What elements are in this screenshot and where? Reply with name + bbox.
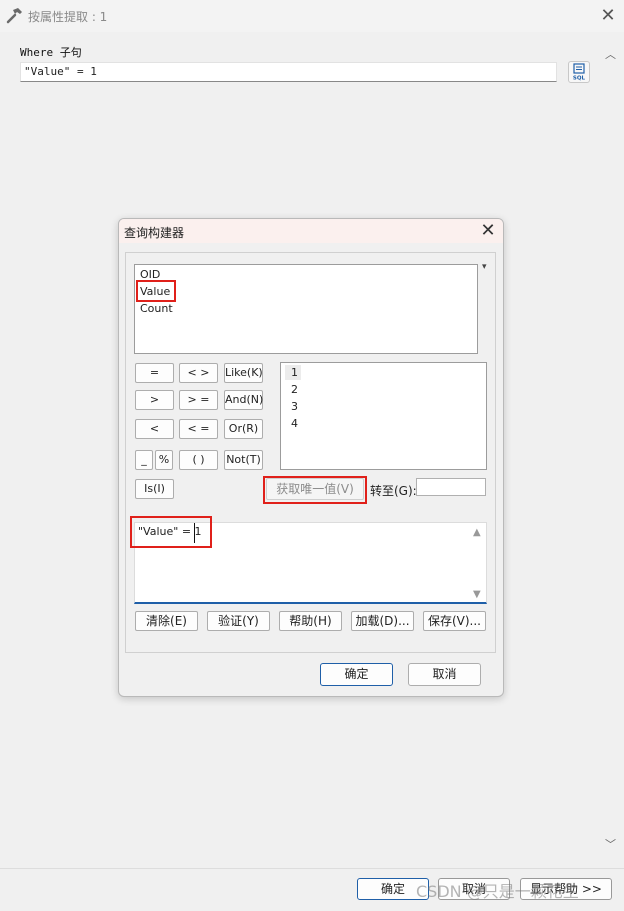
op-is-button[interactable]: Is(I) (135, 479, 174, 499)
help-button[interactable]: 帮助(H) (279, 611, 342, 631)
fields-list[interactable] (134, 264, 478, 354)
hammer-icon (6, 8, 22, 24)
scroll-up-icon[interactable]: ︿ (605, 46, 616, 62)
outer-ok-button[interactable]: 确定 (357, 878, 429, 900)
dialog-title: 查询构建器 (124, 226, 185, 240)
op-less-button[interactable]: < (135, 419, 174, 439)
op-less-equal-button[interactable]: < = (179, 419, 218, 439)
value-item[interactable]: 4 (291, 417, 298, 430)
expression-scroll-down-icon[interactable]: ▼ (473, 589, 481, 600)
field-item-oid[interactable]: OID (140, 268, 160, 281)
op-and-button[interactable]: And(N) (224, 390, 263, 410)
op-not-button[interactable]: Not(T) (224, 450, 263, 470)
goto-label: 转至(G): (370, 484, 417, 498)
field-item-value[interactable]: Value (140, 285, 170, 298)
goto-input[interactable] (416, 478, 486, 496)
op-not-equal-button[interactable]: < > (179, 363, 218, 383)
save-button[interactable]: 保存(V)... (423, 611, 486, 631)
expression-text: "Value" = 1 (138, 525, 202, 538)
outer-window-title: 按属性提取 : 1 (28, 10, 108, 24)
value-item[interactable]: 2 (291, 383, 298, 396)
outer-cancel-button[interactable]: 取消 (438, 878, 510, 900)
where-clause-label: Where 子句 (20, 46, 82, 59)
load-button[interactable]: 加载(D)... (351, 611, 414, 631)
svg-text:SQL: SQL (573, 76, 586, 82)
op-greater-equal-button[interactable]: > = (179, 390, 218, 410)
text-cursor (194, 523, 195, 543)
op-underscore-button[interactable]: _ (135, 450, 153, 470)
op-greater-button[interactable]: > (135, 390, 174, 410)
where-clause-input[interactable]: "Value" = 1 (20, 62, 557, 82)
show-help-button[interactable]: 显示帮助 >> (520, 878, 612, 900)
op-parens-button[interactable]: ( ) (179, 450, 218, 470)
get-unique-values-button[interactable]: 获取唯一值(V) (266, 478, 364, 500)
dialog-ok-button[interactable]: 确定 (320, 663, 393, 686)
op-or-button[interactable]: Or(R) (224, 419, 263, 439)
value-item[interactable]: 3 (291, 400, 298, 413)
scroll-down-icon[interactable]: ﹀ (605, 836, 616, 852)
op-equal-button[interactable]: = (135, 363, 174, 383)
op-percent-button[interactable]: % (155, 450, 173, 470)
field-item-count[interactable]: Count (140, 302, 173, 315)
sql-button[interactable]: SQL (568, 61, 590, 83)
expression-scroll-up-icon[interactable]: ▲ (473, 527, 481, 538)
list-dropdown-icon[interactable]: ▾ (482, 262, 487, 272)
clear-button[interactable]: 清除(E) (135, 611, 198, 631)
sql-icon: SQL (573, 63, 586, 82)
unique-values-list[interactable] (280, 362, 487, 470)
dialog-close-icon[interactable]: ✕ (478, 220, 498, 242)
outer-close-icon[interactable]: ✕ (598, 6, 618, 26)
verify-button[interactable]: 验证(Y) (207, 611, 270, 631)
op-like-button[interactable]: Like(K) (224, 363, 263, 383)
dialog-cancel-button[interactable]: 取消 (408, 663, 481, 686)
value-item[interactable]: 1 (291, 366, 298, 379)
outer-scrollbar[interactable] (602, 40, 620, 860)
